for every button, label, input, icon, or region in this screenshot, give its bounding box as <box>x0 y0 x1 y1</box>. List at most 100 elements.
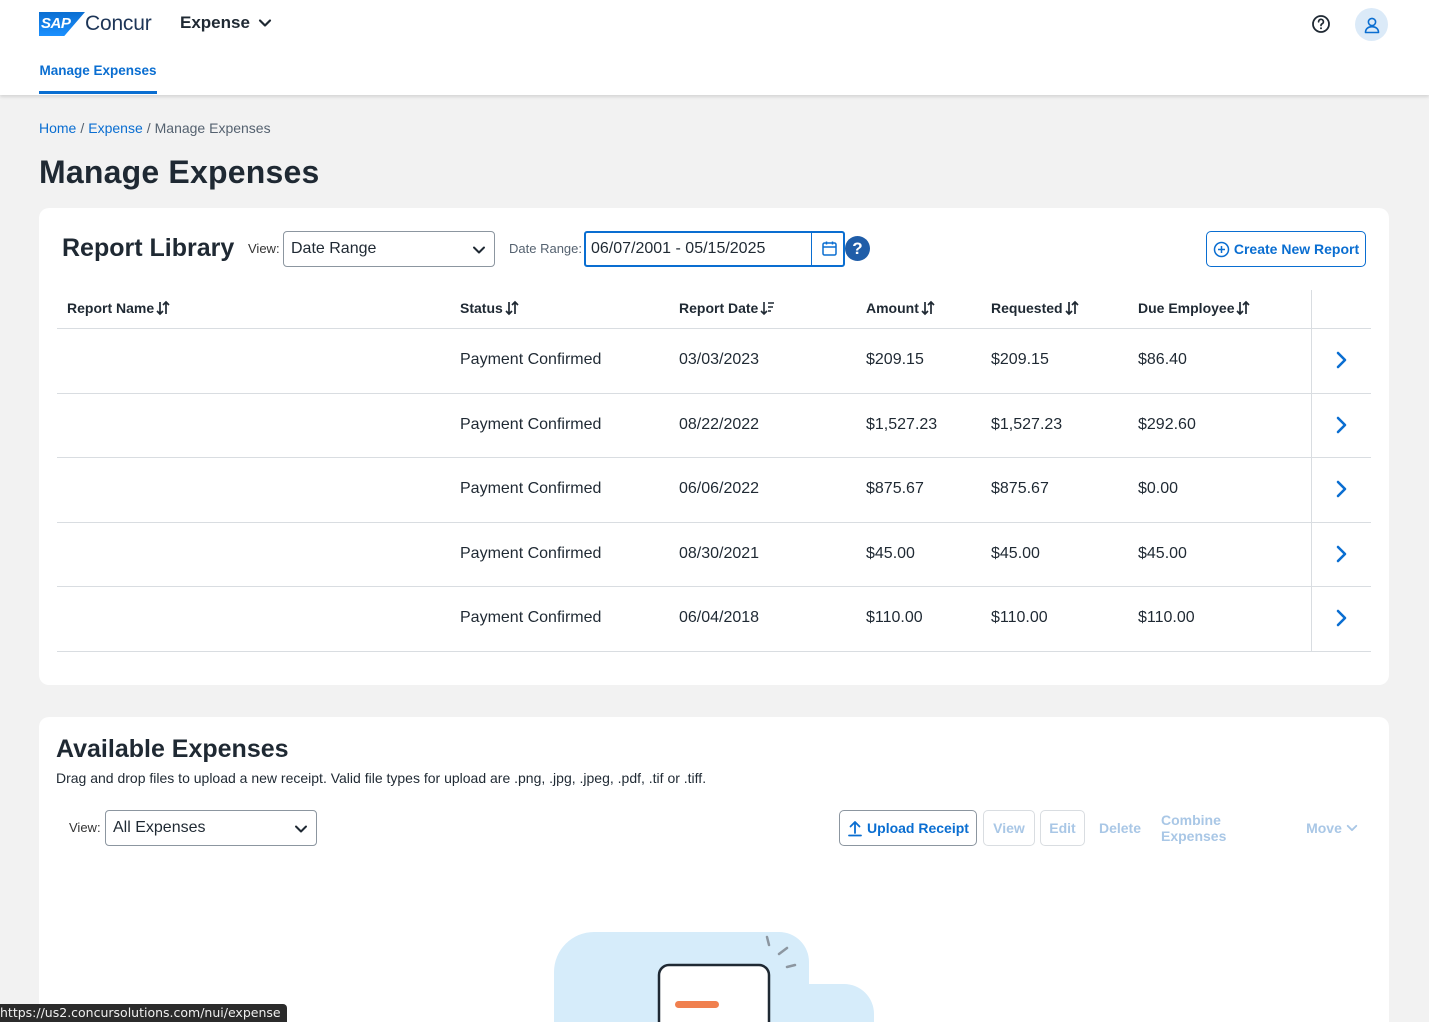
status-cell: Payment Confirmed <box>460 415 602 433</box>
report-library-table: Report Name Status Report Date Amount Re… <box>57 290 1371 652</box>
create-new-report-button[interactable]: Create New Report <box>1206 231 1366 267</box>
column-header-requested[interactable]: Requested <box>991 300 1080 316</box>
user-avatar-button[interactable] <box>1355 8 1388 41</box>
table-header: Report Name Status Report Date Amount Re… <box>57 290 1371 329</box>
breadcrumb-expense-link[interactable]: Expense <box>88 120 142 136</box>
sort-icon <box>1236 300 1251 316</box>
sap-concur-logo[interactable]: SAP Concur <box>39 12 152 36</box>
view-label: View: <box>69 820 101 835</box>
plus-circle-icon <box>1213 241 1230 257</box>
amount-cell: $110.00 <box>866 609 923 627</box>
column-header-report-date[interactable]: Report Date <box>679 300 775 316</box>
calendar-icon[interactable] <box>821 240 838 257</box>
chevron-down-icon <box>258 19 272 27</box>
chevron-right-icon[interactable] <box>1333 416 1349 434</box>
report-library-card: Report Library View: Date Range Date Ran… <box>39 208 1389 685</box>
status-cell: Payment Confirmed <box>460 544 602 562</box>
date-range-input[interactable]: 06/07/2001 - 05/15/2025 <box>584 231 845 267</box>
breadcrumb-separator: / <box>80 120 85 136</box>
status-cell: Payment Confirmed <box>460 480 602 498</box>
chevron-right-icon[interactable] <box>1333 351 1349 369</box>
date-range-label: Date Range: <box>509 241 582 256</box>
breadcrumb-home-link[interactable]: Home <box>39 120 76 136</box>
due-employee-cell: $45.00 <box>1138 544 1187 562</box>
expenses-view-select[interactable]: All Expenses <box>105 810 317 846</box>
move-dropdown-button[interactable]: Move <box>1303 810 1361 846</box>
view-button[interactable]: View <box>983 810 1035 846</box>
breadcrumb: Home / Expense / Manage Expenses <box>39 120 271 136</box>
sort-icon <box>1064 300 1079 316</box>
amount-cell: $45.00 <box>866 544 915 562</box>
due-employee-cell: $110.00 <box>1138 609 1195 627</box>
concur-logo-text: Concur <box>85 12 152 35</box>
upload-receipt-label: Upload Receipt <box>867 820 969 836</box>
table-row[interactable]: Payment Confirmed 06/04/2018 $110.00 $11… <box>57 587 1371 652</box>
table-row[interactable]: Payment Confirmed 03/03/2023 $209.15 $20… <box>57 329 1371 394</box>
chevron-right-icon[interactable] <box>1333 609 1349 627</box>
requested-cell: $209.15 <box>991 351 1049 368</box>
report-view-value: Date Range <box>291 240 377 257</box>
column-header-label: Requested <box>991 300 1063 316</box>
column-header-due-employee[interactable]: Due Employee <box>1138 300 1251 316</box>
requested-cell: $110.00 <box>991 609 1048 627</box>
chevron-right-icon[interactable] <box>1333 545 1349 563</box>
column-header-label: Report Name <box>67 300 155 316</box>
report-date-cell: 03/03/2023 <box>679 351 760 368</box>
amount-cell: $1,527.23 <box>866 415 938 433</box>
due-employee-cell: $292.60 <box>1138 415 1196 433</box>
status-cell: Payment Confirmed <box>460 609 602 627</box>
table-row[interactable]: Payment Confirmed 06/06/2022 $875.67 $87… <box>57 458 1371 523</box>
table-row[interactable]: Payment Confirmed 08/22/2022 $1,527.23 $… <box>57 394 1371 459</box>
chevron-down-icon <box>295 825 307 833</box>
column-header-amount[interactable]: Amount <box>866 300 936 316</box>
status-cell: Payment Confirmed <box>460 351 602 368</box>
combine-expenses-button[interactable]: Combine Expenses <box>1161 810 1287 846</box>
empty-state-illustration <box>554 932 874 1022</box>
report-date-cell: 08/30/2021 <box>679 544 760 562</box>
report-date-cell: 06/04/2018 <box>679 609 760 627</box>
due-employee-cell: $0.00 <box>1138 480 1179 498</box>
amount-cell: $209.15 <box>866 351 924 368</box>
column-header-status[interactable]: Status <box>460 300 520 316</box>
edit-button[interactable]: Edit <box>1040 810 1085 846</box>
report-date-cell: 08/22/2022 <box>679 415 760 433</box>
user-icon <box>1364 17 1379 33</box>
create-new-report-label: Create New Report <box>1233 241 1360 257</box>
sap-logo-mark: SAP <box>39 12 85 36</box>
column-header-label: Status <box>460 300 503 316</box>
column-header-report-name[interactable]: Report Name <box>67 300 171 316</box>
breadcrumb-separator: / <box>146 120 151 136</box>
report-date-cell: 06/06/2022 <box>679 480 760 498</box>
page-title: Manage Expenses <box>39 154 320 190</box>
browser-status-url: https://us2.concursolutions.com/nui/expe… <box>0 1004 287 1022</box>
date-range-help-icon[interactable]: ? <box>845 236 870 261</box>
available-expenses-card: Available Expenses Drag and drop files t… <box>39 717 1389 1022</box>
table-row[interactable]: Payment Confirmed 08/30/2021 $45.00 $45.… <box>57 523 1371 588</box>
due-employee-cell: $86.40 <box>1138 351 1187 368</box>
available-expenses-title: Available Expenses <box>56 735 289 763</box>
date-range-value: 06/07/2001 - 05/15/2025 <box>591 240 766 257</box>
amount-cell: $875.67 <box>866 480 924 498</box>
chevron-down-icon <box>1346 824 1358 832</box>
upload-receipt-button[interactable]: Upload Receipt <box>839 810 977 846</box>
app-switcher-label: Expense <box>180 13 250 32</box>
upload-instructions: Drag and drop files to upload a new rece… <box>56 770 707 786</box>
sort-icon <box>505 300 519 316</box>
app-switcher-button[interactable]: Expense <box>180 13 272 33</box>
sort-icon <box>156 300 170 316</box>
tab-manage-expenses[interactable]: Manage Expenses <box>39 63 157 94</box>
column-header-label: Due Employee <box>1138 300 1235 316</box>
chevron-down-icon <box>473 246 485 254</box>
report-view-select[interactable]: Date Range <box>283 231 495 267</box>
upload-icon <box>848 820 862 836</box>
sort-descending-icon <box>760 302 775 316</box>
expenses-view-value: All Expenses <box>113 819 206 836</box>
delete-button[interactable]: Delete <box>1094 810 1146 846</box>
requested-cell: $1,527.23 <box>991 415 1063 433</box>
chevron-right-icon[interactable] <box>1333 480 1349 498</box>
column-header-label: Report Date <box>679 300 759 316</box>
view-label: View: <box>248 241 280 256</box>
move-label: Move <box>1306 820 1342 836</box>
requested-cell: $875.67 <box>991 480 1049 498</box>
help-circle-icon[interactable] <box>1310 13 1332 35</box>
